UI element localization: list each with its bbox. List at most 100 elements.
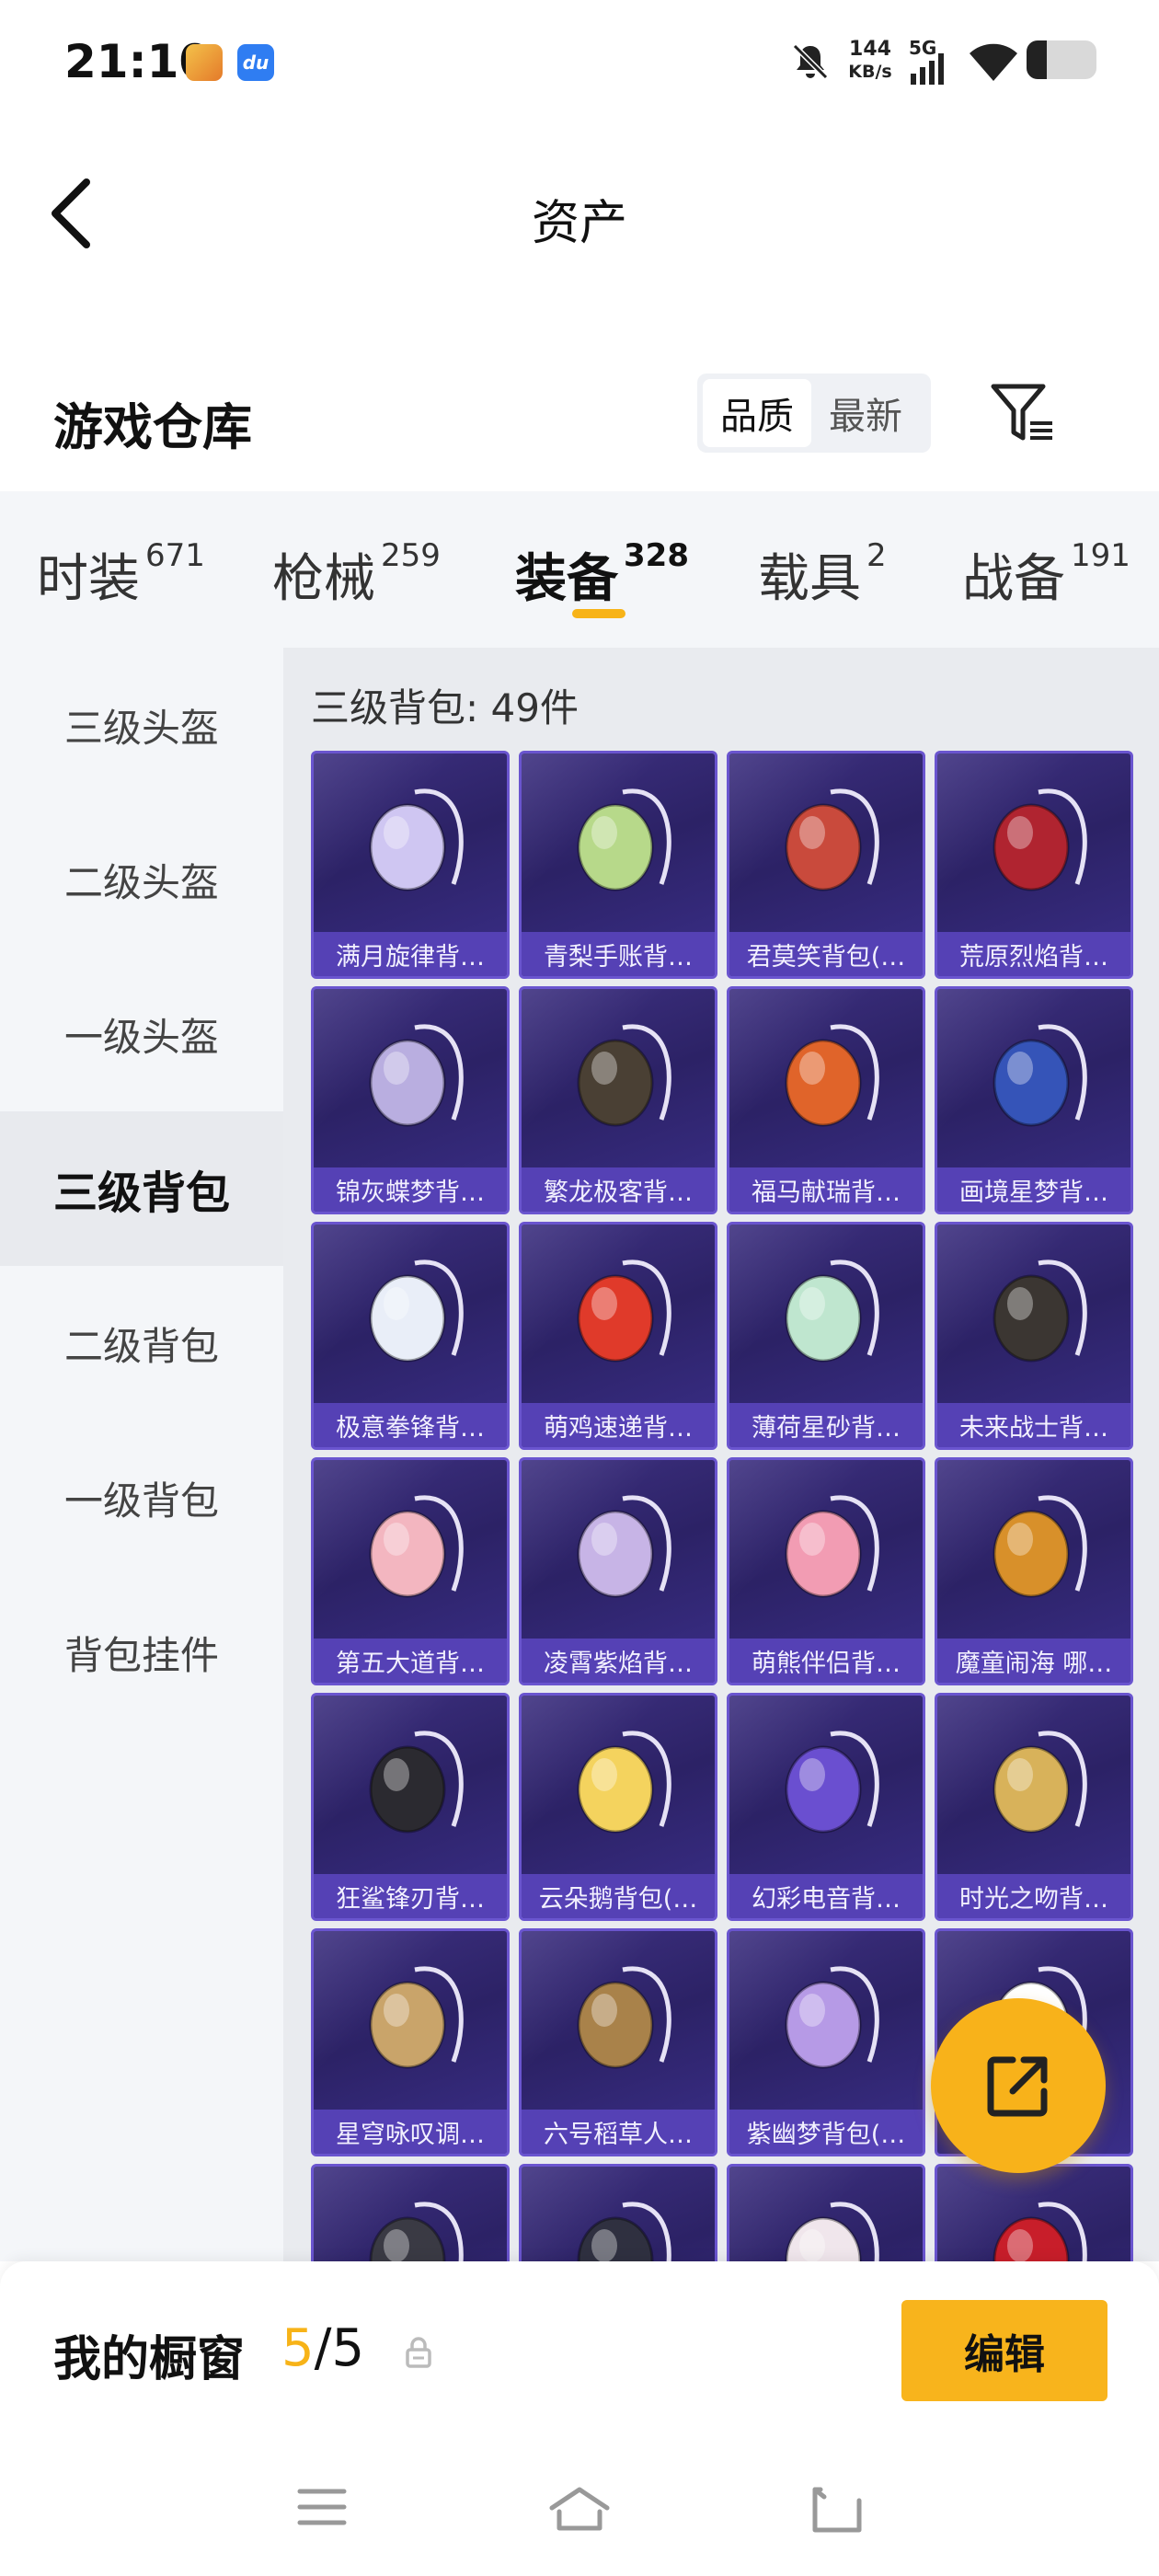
item-name: 云朵鹅背包(…	[522, 1874, 715, 1918]
backpack-body	[993, 1745, 1070, 1834]
backpack-item-card[interactable]: 第五大道背…	[311, 1457, 510, 1685]
item-name: 六号稻草人…	[522, 2110, 715, 2154]
backpack-item-card[interactable]: 萌熊伴侣背…	[727, 1457, 925, 1685]
backpack-item-card[interactable]: 星穹咏叹调…	[311, 1928, 510, 2156]
tab-vehicles[interactable]: 载具 2	[758, 537, 887, 612]
backpack-body	[577, 1510, 654, 1598]
backpack-highlight	[799, 816, 825, 849]
backpack-item-card[interactable]: 繁龙极客背…	[519, 986, 717, 1214]
tab-fashion[interactable]: 时装 671	[37, 537, 205, 612]
backpack-item-card[interactable]	[727, 2164, 925, 2261]
backpack-image	[993, 1495, 1087, 1598]
backpack-body	[369, 1745, 446, 1834]
backpack-item-card[interactable]	[519, 2164, 717, 2261]
backpack-item-card[interactable]	[311, 2164, 510, 2261]
backpack-highlight	[384, 1758, 409, 1791]
backpack-item-card[interactable]: 薄荷星砂背…	[727, 1222, 925, 1450]
backpack-item-card[interactable]: 画境星梦背…	[935, 986, 1133, 1214]
backpack-body	[785, 1745, 862, 1834]
backpack-item-card[interactable]: 云朵鹅背包(…	[519, 1693, 717, 1921]
backpack-item-card[interactable]: 极意拳锋背…	[311, 1222, 510, 1450]
item-name: 紫幽梦背包(…	[729, 2110, 923, 2154]
backpack-item-card[interactable]: 幻彩电音背…	[727, 1693, 925, 1921]
backpack-image	[577, 1966, 671, 2069]
edit-showcase-button[interactable]: 编辑	[901, 2300, 1107, 2401]
battery-icon	[1027, 40, 1096, 79]
sidebar-item-helmet-lv3[interactable]: 三级头盔	[0, 648, 283, 802]
backpack-image	[369, 1731, 464, 1834]
backpack-item-card[interactable]: 魔童闹海 哪…	[935, 1457, 1133, 1685]
backpack-image	[577, 2202, 671, 2261]
backpack-body	[993, 803, 1070, 891]
backpack-highlight	[591, 1287, 617, 1320]
backpack-item-card[interactable]: 青梨手账背…	[519, 751, 717, 979]
tab-weapons[interactable]: 枪械 259	[272, 537, 441, 612]
backpack-item-card[interactable]: 锦灰蝶梦背…	[311, 986, 510, 1214]
backpack-item-card[interactable]: 满月旋律背…	[311, 751, 510, 979]
item-name: 极意拳锋背…	[314, 1403, 507, 1447]
backpack-highlight	[799, 1758, 825, 1791]
item-name: 狂鲨锋刃背…	[314, 1874, 507, 1918]
backpack-item-card[interactable]: 时光之吻背…	[935, 1693, 1133, 1921]
item-name: 未来战士背…	[937, 1403, 1130, 1447]
backpack-body	[785, 1039, 862, 1127]
filter-icon[interactable]	[990, 381, 1056, 445]
backpack-item-card[interactable]	[935, 2164, 1133, 2261]
backpack-image	[369, 2202, 464, 2261]
backpack-item-card[interactable]: 凌霄紫焰背…	[519, 1457, 717, 1685]
backpack-body	[785, 1510, 862, 1598]
backpack-body	[369, 1981, 446, 2069]
backpack-body	[369, 803, 446, 891]
share-icon	[987, 2056, 1048, 2117]
backpack-item-card[interactable]: 紫幽梦背包(…	[727, 1928, 925, 2156]
back-nav-icon[interactable]	[809, 2484, 865, 2534]
backpack-body	[577, 803, 654, 891]
item-name: 福马献瑞背…	[729, 1167, 923, 1212]
sidebar-item-backpack-lv3[interactable]: 三级背包	[0, 1111, 283, 1266]
game-app-icon	[186, 44, 223, 81]
backpack-body	[785, 803, 862, 891]
backpack-item-card[interactable]: 狂鲨锋刃背…	[311, 1693, 510, 1921]
backpack-image	[785, 788, 879, 891]
backpack-image	[993, 1259, 1087, 1363]
item-name: 时光之吻背…	[937, 1874, 1130, 1918]
sidebar-item-backpack-lv1[interactable]: 一级背包	[0, 1420, 283, 1575]
item-name: 凌霄紫焰背…	[522, 1639, 715, 1683]
tab-supplies[interactable]: 战备 191	[962, 537, 1130, 612]
backpack-image	[785, 1259, 879, 1363]
backpack-item-card[interactable]: 萌鸡速递背…	[519, 1222, 717, 1450]
sidebar-item-helmet-lv1[interactable]: 一级头盔	[0, 957, 283, 1111]
sort-quality-button[interactable]: 品质	[703, 379, 811, 447]
backpack-highlight	[799, 1287, 825, 1320]
item-name: 君莫笑背包(…	[729, 932, 923, 976]
backpack-item-card[interactable]: 福马献瑞背…	[727, 986, 925, 1214]
backpack-body	[577, 1745, 654, 1834]
tab-equipment[interactable]: 装备 328	[515, 537, 689, 612]
item-name: 萌鸡速递背…	[522, 1403, 715, 1447]
backpack-image	[369, 1259, 464, 1363]
sidebar-item-helmet-lv2[interactable]: 二级头盔	[0, 802, 283, 957]
backpack-item-card[interactable]: 六号稻草人…	[519, 1928, 717, 2156]
sidebar: 三级头盔 二级头盔 一级头盔 三级背包 二级背包 一级背包 背包挂件	[0, 648, 283, 2261]
home-icon[interactable]	[546, 2484, 613, 2534]
backpack-item-card[interactable]: 荒原烈焰背…	[935, 751, 1133, 979]
backpack-image	[785, 2202, 879, 2261]
backpack-image	[369, 1495, 464, 1598]
backpack-image	[577, 1259, 671, 1363]
backpack-body	[369, 1510, 446, 1598]
backpack-item-card[interactable]: 君莫笑背包(…	[727, 751, 925, 979]
item-name: 荒原烈焰背…	[937, 932, 1130, 976]
share-button[interactable]	[931, 1998, 1106, 2173]
item-name: 繁龙极客背…	[522, 1167, 715, 1212]
backpack-image	[993, 1024, 1087, 1127]
menu-icon[interactable]	[294, 2484, 350, 2530]
backpack-highlight	[799, 1052, 825, 1085]
sidebar-item-backpack-lv2[interactable]: 二级背包	[0, 1266, 283, 1420]
sort-newest-button[interactable]: 最新	[811, 379, 920, 447]
mute-bell-icon	[792, 43, 829, 80]
backpack-highlight	[384, 1052, 409, 1085]
backpack-item-card[interactable]: 未来战士背…	[935, 1222, 1133, 1450]
sidebar-item-backpack-charm[interactable]: 背包挂件	[0, 1575, 283, 1730]
backpack-highlight	[384, 1994, 409, 2027]
item-name: 星穹咏叹调…	[314, 2110, 507, 2154]
